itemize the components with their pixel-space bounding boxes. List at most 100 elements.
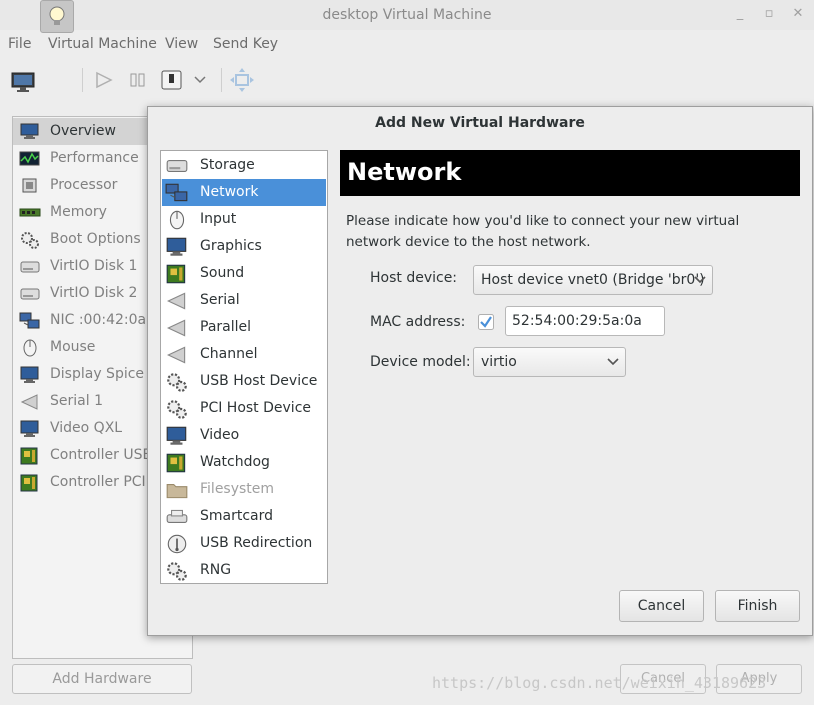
sidebar-item-label: NIC :00:42:0a xyxy=(50,312,147,328)
controller-icon xyxy=(19,446,39,465)
usb-icon xyxy=(165,533,187,554)
hardware-type-label: Serial xyxy=(200,292,240,308)
maximize-icon[interactable]: ▫ xyxy=(761,6,777,22)
add-hardware-button[interactable]: Add Hardware xyxy=(12,664,192,694)
hardware-type-item[interactable]: Input xyxy=(162,206,326,233)
dialog-title: Add New Virtual Hardware xyxy=(375,115,585,131)
chevron-down-icon xyxy=(607,358,619,366)
hardware-type-list: Storage Network Input Graphics Sound Serial Pa… xyxy=(160,150,328,584)
dropdown-icon[interactable] xyxy=(186,64,218,96)
sidebar-item-label: Controller PCI xyxy=(50,474,146,490)
cpu-icon xyxy=(19,176,39,194)
menu-virtual-machine[interactable]: Virtual Machine xyxy=(48,36,157,52)
hardware-type-item[interactable]: Smartcard xyxy=(162,503,326,530)
sidebar-item-label: Boot Options xyxy=(50,231,141,247)
window-title: desktop Virtual Machine xyxy=(322,7,492,23)
hardware-type-label: USB Host Device xyxy=(200,373,318,389)
mac-address-value: 52:54:00:29:5a:0a xyxy=(512,313,642,329)
minimize-icon[interactable]: _ xyxy=(732,6,748,22)
hardware-type-item[interactable]: Network xyxy=(162,179,326,206)
watermark: https://blog.csdn.net/weixin_43189623 xyxy=(432,674,767,692)
hardware-type-item[interactable]: Sound xyxy=(162,260,326,287)
add-hardware-dialog: Add New Virtual Hardware Storage Network I… xyxy=(147,106,813,636)
network-icon xyxy=(165,182,188,202)
close-icon[interactable]: ✕ xyxy=(790,6,806,22)
hardware-type-item[interactable]: Graphics xyxy=(162,233,326,260)
console-icon[interactable] xyxy=(8,64,40,96)
video-icon xyxy=(19,419,39,437)
display-icon xyxy=(165,425,187,445)
menu-send-key[interactable]: Send Key xyxy=(213,36,278,52)
host-device-select[interactable]: Host device vnet0 (Bridge 'br0') xyxy=(473,265,713,295)
sidebar-item-label: Serial 1 xyxy=(50,393,103,409)
device-model-select[interactable]: virtio xyxy=(473,347,626,377)
host-device-label: Host device: xyxy=(370,270,458,286)
device-model-label: Device model: xyxy=(370,354,471,370)
hardware-type-item[interactable]: USB Redirection xyxy=(162,530,326,557)
hardware-type-label: Smartcard xyxy=(200,508,274,524)
disk-icon xyxy=(19,284,40,302)
hardware-type-label: Channel xyxy=(200,346,258,362)
cancel-button[interactable]: Cancel xyxy=(619,590,704,622)
hardware-type-label: Sound xyxy=(200,265,245,281)
hardware-type-item[interactable]: Serial xyxy=(162,287,326,314)
hardware-type-item[interactable]: Video xyxy=(162,422,326,449)
serial-icon xyxy=(165,290,187,310)
hardware-type-item[interactable]: RNG xyxy=(162,557,326,584)
serial-icon xyxy=(165,344,187,364)
hardware-type-label: Filesystem xyxy=(200,481,275,497)
hardware-type-label: Network xyxy=(200,184,259,200)
controller-icon xyxy=(19,473,39,492)
menu-view[interactable]: View xyxy=(165,36,198,52)
gear-icon xyxy=(19,230,39,249)
serial-icon xyxy=(165,317,187,337)
gear-icon xyxy=(165,560,187,581)
pause-icon[interactable] xyxy=(122,64,154,96)
hardware-type-item[interactable]: USB Host Device xyxy=(162,368,326,395)
sound-card-icon xyxy=(165,452,187,473)
sidebar-item-label: Memory xyxy=(50,204,107,220)
hardware-type-item[interactable]: Storage xyxy=(162,152,326,179)
mac-address-field[interactable]: 52:54:00:29:5a:0a xyxy=(505,306,665,336)
network-icon xyxy=(19,311,40,329)
gear-icon xyxy=(165,398,187,419)
sidebar-item-label: Display Spice xyxy=(50,366,145,382)
hardware-type-label: Video xyxy=(200,427,240,443)
serial-icon xyxy=(19,392,39,410)
storage-icon xyxy=(165,155,188,175)
hardware-type-item[interactable]: Watchdog xyxy=(162,449,326,476)
overview-monitor-icon xyxy=(19,122,39,140)
hardware-type-item[interactable]: Channel xyxy=(162,341,326,368)
device-model-value: virtio xyxy=(481,354,517,370)
run-icon[interactable] xyxy=(88,64,120,96)
network-description: Please indicate how you'd like to connec… xyxy=(346,213,740,250)
gear-icon xyxy=(165,371,187,392)
hardware-type-label: Input xyxy=(200,211,237,227)
details-lightbulb-icon[interactable] xyxy=(40,0,74,33)
sound-card-icon xyxy=(165,263,187,284)
chevron-down-icon xyxy=(694,276,706,284)
sidebar-item-label: Video QXL xyxy=(50,420,123,436)
disk-icon xyxy=(19,257,40,275)
hardware-type-label: Storage xyxy=(200,157,255,173)
smartcard-icon xyxy=(165,506,188,526)
toolbar-separator xyxy=(82,68,83,92)
section-title: Network xyxy=(347,158,462,186)
hardware-type-label: PCI Host Device xyxy=(200,400,312,416)
menu-file[interactable]: File xyxy=(8,36,31,52)
fullscreen-icon[interactable] xyxy=(226,64,258,96)
sidebar-item-label: Mouse xyxy=(50,339,96,355)
host-device-value: Host device vnet0 (Bridge 'br0') xyxy=(481,272,705,288)
hardware-type-item[interactable]: Parallel xyxy=(162,314,326,341)
performance-icon xyxy=(19,149,40,167)
hardware-type-label: Watchdog xyxy=(200,454,270,470)
display-icon xyxy=(165,236,187,256)
display-icon xyxy=(19,365,39,383)
sidebar-item-label: Overview xyxy=(50,123,116,139)
sidebar-item-label: VirtIO Disk 2 xyxy=(50,285,138,301)
finish-button[interactable]: Finish xyxy=(715,590,800,622)
hardware-type-label: RNG xyxy=(200,562,232,578)
hardware-type-item[interactable]: PCI Host Device xyxy=(162,395,326,422)
mac-address-checkbox[interactable] xyxy=(478,314,494,330)
shutdown-icon[interactable] xyxy=(156,64,188,96)
